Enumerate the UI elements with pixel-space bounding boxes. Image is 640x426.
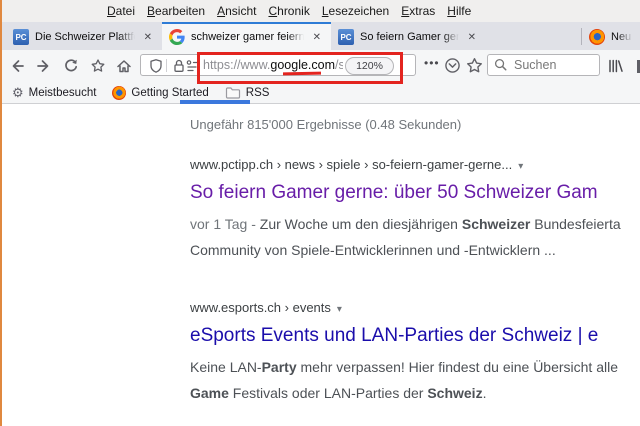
menu-datei[interactable]: Datei [107, 4, 135, 18]
snippet-line: Keine LAN-Party mehr verpassen! Hier fin… [190, 359, 619, 375]
bookmark-label: RSS [245, 86, 270, 99]
snippet-line: Game Festivals oder LAN-Parties der Schw… [190, 385, 487, 401]
pctipp-favicon: PC [13, 29, 29, 45]
firefox-favicon [589, 29, 605, 45]
lock-icon[interactable] [171, 58, 187, 74]
menu-hilfe[interactable]: Hilfe [447, 4, 471, 18]
screenshot-left-border [0, 0, 2, 426]
result-breadcrumb-row: www.pctipp.ch › news › spiele › so-feier… [190, 156, 640, 174]
menu-bearbeiten[interactable]: Bearbeiten [147, 4, 205, 18]
address-bar[interactable]: https://www.google.com/se 120% [140, 54, 416, 76]
home-icon[interactable] [116, 58, 132, 74]
result-menu-caret-icon[interactable]: ▾ [518, 161, 523, 172]
browser-window: Datei Bearbeiten Ansicht Chronik Lesezei… [0, 0, 640, 426]
search-bar [487, 54, 600, 76]
close-icon[interactable]: ✕ [141, 30, 155, 45]
snippet-line: Community von Spiele-Entwicklerinnen und… [190, 242, 556, 258]
result-breadcrumb-row: www.esports.ch › events ▾ [190, 299, 640, 317]
firefox-icon [112, 85, 127, 100]
results-stats: Ungefähr 815'000 Ergebnisse (0.48 Sekund… [190, 117, 462, 132]
loading-progress-bar [180, 100, 250, 104]
search-result: www.esports.ch › events ▾ eSports Events … [190, 299, 640, 406]
tab-pctipp-article[interactable]: PC So feiern Gamer gerne: über 50 ✕ [331, 22, 486, 50]
bookmark-meistbesucht[interactable]: Meistbesucht [6, 82, 102, 103]
search-result: www.pctipp.ch › news › spiele › so-feier… [190, 156, 640, 263]
close-icon[interactable]: ✕ [465, 30, 479, 45]
back-icon[interactable] [9, 58, 25, 74]
reload-icon[interactable] [63, 58, 79, 74]
bookmarks-toolbar: Meistbesucht Getting Started RSS [0, 82, 640, 104]
tab-new-partial[interactable]: Neu [582, 22, 640, 50]
menu-extras[interactable]: Extras [401, 4, 435, 18]
result-snippet: Keine LAN-Party mehr verpassen! Hier fin… [190, 354, 640, 406]
page-content: Ungefähr 815'000 Ergebnisse (0.48 Sekund… [0, 104, 640, 426]
close-icon[interactable]: ✕ [310, 30, 324, 45]
result-menu-caret-icon[interactable]: ▾ [337, 304, 342, 315]
navigation-toolbar: https://www.google.com/se 120% ••• [0, 50, 640, 82]
urlbar-divider [166, 59, 167, 72]
page-actions-icon[interactable]: ••• [424, 56, 440, 70]
tab-pctipp-platform[interactable]: PC Die Schweizer Plattform für Co ✕ [6, 22, 162, 50]
url-text[interactable]: https://www.google.com/se [203, 58, 343, 72]
zoom-level-badge[interactable]: 120% [345, 57, 394, 75]
pocket-icon[interactable] [444, 57, 460, 73]
bookmark-label: Meistbesucht [28, 86, 97, 99]
tab-title: Neu [611, 31, 633, 43]
tab-title: Die Schweizer Plattform für Co [35, 31, 135, 43]
menu-chronik[interactable]: Chronik [268, 4, 309, 18]
bookmark-star-icon[interactable] [466, 57, 482, 73]
search-icon [493, 57, 508, 72]
tab-title: So feiern Gamer gerne: über 50 [360, 31, 459, 43]
folder-icon [225, 86, 241, 100]
star-icon[interactable] [90, 58, 106, 74]
tab-google-search-active[interactable]: schweizer gamer feiern - Goog ✕ [162, 22, 331, 50]
result-title-link[interactable]: So feiern Gamer gerne: über 50 Schweizer… [190, 181, 640, 205]
tab-title: schweizer gamer feiern - Goog [191, 31, 304, 43]
pctipp-favicon: PC [338, 29, 354, 45]
menu-bar: Datei Bearbeiten Ansicht Chronik Lesezei… [0, 0, 640, 22]
result-breadcrumb[interactable]: www.pctipp.ch › news › spiele › so-feier… [190, 157, 512, 172]
result-breadcrumb[interactable]: www.esports.ch › events [190, 300, 331, 315]
shield-icon[interactable] [148, 58, 164, 74]
bookmark-label: Getting Started [131, 86, 209, 99]
forward-icon[interactable] [36, 58, 52, 74]
library-icon[interactable] [607, 58, 623, 74]
result-title-link[interactable]: eSports Events und LAN-Parties der Schwe… [190, 324, 640, 348]
gear-icon [12, 85, 24, 101]
snippet-line: vor 1 Tag - Zur Woche um den diesjährige… [190, 216, 621, 232]
google-favicon [169, 29, 185, 45]
tabbar-spacer [486, 22, 581, 50]
permissions-icon[interactable] [186, 58, 200, 74]
tab-bar: PC Die Schweizer Plattform für Co ✕ schw… [0, 22, 640, 50]
menu-ansicht[interactable]: Ansicht [217, 4, 256, 18]
result-snippet: vor 1 Tag - Zur Woche um den diesjährige… [190, 211, 640, 263]
menu-lesezeichen[interactable]: Lesezeichen [322, 4, 389, 18]
